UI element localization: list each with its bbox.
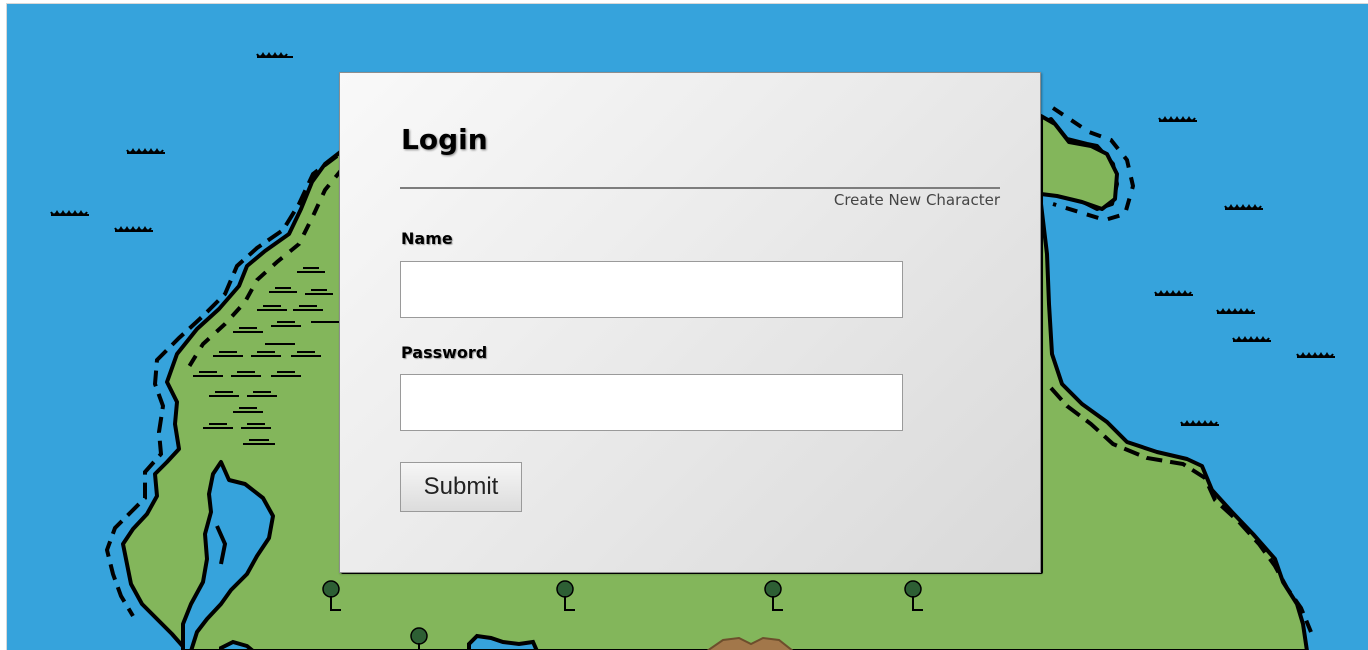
page-title: Login — [401, 123, 488, 156]
name-input[interactable] — [400, 261, 903, 318]
password-input[interactable] — [400, 374, 903, 431]
title-divider — [400, 187, 1000, 189]
create-new-character-link[interactable]: Create New Character — [834, 191, 1000, 209]
name-label: Name — [401, 229, 453, 248]
submit-button[interactable]: Submit — [400, 462, 522, 512]
login-panel: Login Create New Character Name Password… — [339, 72, 1041, 573]
game-viewport: Login Create New Character Name Password… — [6, 3, 1368, 650]
password-label: Password — [401, 343, 488, 362]
